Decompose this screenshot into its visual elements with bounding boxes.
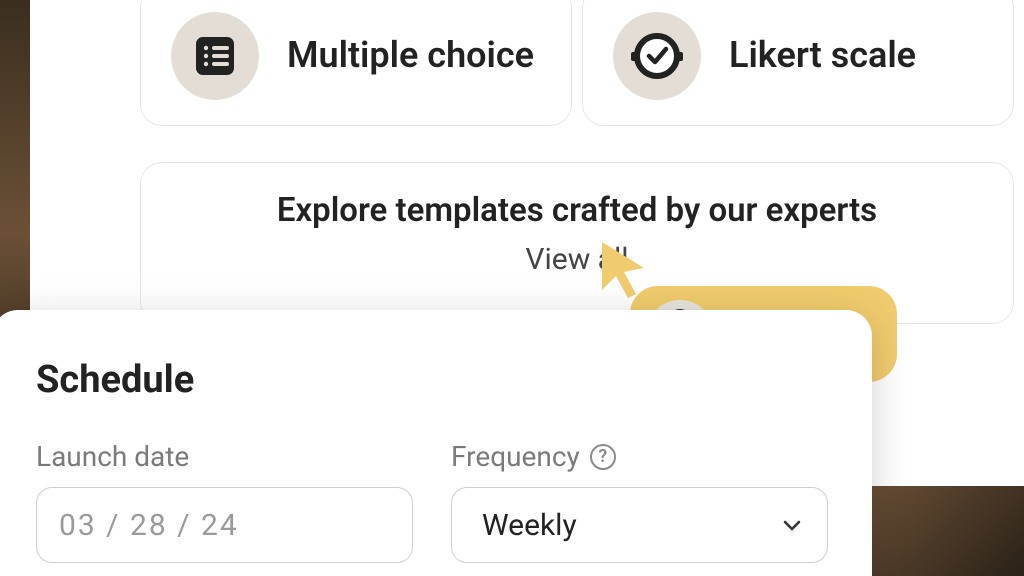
templates-title: Explore templates crafted by our experts bbox=[171, 191, 983, 230]
frequency-select[interactable]: Weekly bbox=[451, 487, 828, 563]
schedule-panel: Schedule Launch date Frequency ? bbox=[0, 310, 872, 576]
launch-date-label: Launch date bbox=[36, 440, 413, 473]
frequency-label-text: Frequency bbox=[451, 440, 580, 473]
gauge-check-icon bbox=[613, 12, 701, 100]
frequency-field: Frequency ? Weekly bbox=[451, 440, 828, 563]
option-label: Multiple choice bbox=[287, 36, 534, 76]
help-icon[interactable]: ? bbox=[590, 444, 616, 470]
frequency-label: Frequency ? bbox=[451, 440, 828, 473]
question-type-options: Multiple choice Likert scale bbox=[140, 0, 1014, 126]
option-likert-scale[interactable]: Likert scale bbox=[582, 0, 1014, 126]
launch-date-field: Launch date bbox=[36, 440, 413, 563]
templates-view-all-link[interactable]: View all bbox=[171, 242, 983, 277]
background-corner-right bbox=[864, 486, 1024, 576]
launch-date-input-group bbox=[36, 487, 413, 563]
option-multiple-choice[interactable]: Multiple choice bbox=[140, 0, 572, 126]
schedule-title: Schedule bbox=[36, 358, 828, 402]
chevron-down-icon bbox=[781, 514, 803, 536]
list-icon bbox=[171, 12, 259, 100]
launch-date-input[interactable] bbox=[37, 488, 413, 562]
option-label: Likert scale bbox=[729, 36, 916, 76]
schedule-fields: Launch date Frequency ? Weekly bbox=[36, 440, 828, 563]
frequency-value: Weekly bbox=[482, 508, 577, 543]
